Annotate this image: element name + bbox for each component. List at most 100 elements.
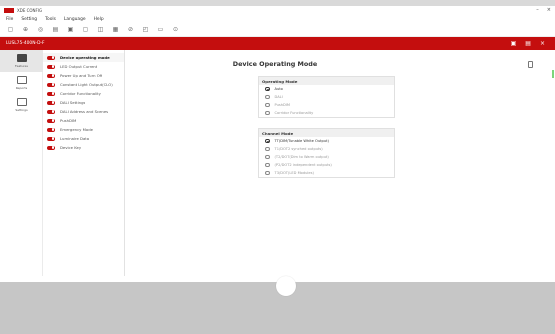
option-label: T3/DOT(LED Modules) xyxy=(274,171,314,175)
device-actions: ▣ ▤ × xyxy=(511,40,545,47)
layout-icon[interactable]: ◰ xyxy=(141,26,150,35)
feature-item-led-output-current[interactable]: LED Output Current xyxy=(43,62,124,71)
feature-toggle[interactable] xyxy=(47,127,55,132)
feature-item-luminaire-data[interactable]: Luminaire Data xyxy=(43,134,124,143)
radio-button[interactable] xyxy=(265,154,270,160)
feature-item-device-key[interactable]: Device Key xyxy=(43,143,124,152)
close-window-button[interactable]: × xyxy=(547,8,551,13)
app-title: XDE CONFIG xyxy=(17,8,43,13)
feature-label: LED Output Current xyxy=(60,64,98,69)
feature-toggle[interactable] xyxy=(47,55,55,60)
option-label: PushDIM xyxy=(274,103,290,107)
feature-label: Corridor Functionality xyxy=(60,91,101,96)
rail-label: Settings xyxy=(15,108,28,112)
feature-list: Device operating mode LED Output Current… xyxy=(43,50,125,276)
menu-file[interactable]: File xyxy=(6,17,13,22)
window-icon[interactable]: ▭ xyxy=(156,26,165,35)
option-channel-2[interactable]: T1/DOT2 synched outputs) xyxy=(259,145,394,153)
calendar-icon[interactable]: ▤ xyxy=(51,26,60,35)
option-label: Corridor Functionality xyxy=(274,111,314,115)
new-icon[interactable]: ▢ xyxy=(6,26,15,35)
option-channel-1[interactable]: TT(DIM/Tunable White Output) xyxy=(259,137,394,145)
radio-button[interactable] xyxy=(265,110,270,116)
feature-label: Emergency Mode xyxy=(60,127,93,132)
option-label: DALI xyxy=(274,95,283,99)
feature-item-device-operating-mode[interactable]: Device operating mode xyxy=(43,53,124,62)
channel-mode-group: Channel Mode TT(DIM/Tunable White Output… xyxy=(258,128,395,178)
minimize-button[interactable]: – xyxy=(536,8,539,13)
radio-button[interactable] xyxy=(265,162,270,168)
home-button[interactable] xyxy=(276,276,296,296)
operating-mode-group: Operating Mode Auto DALI PushDIM Corrido… xyxy=(258,76,395,118)
feature-toggle[interactable] xyxy=(47,64,55,69)
feature-item-dali-settings[interactable]: DALI Settings xyxy=(43,98,124,107)
option-channel-4[interactable]: (P2/DOT2 independent outputs) xyxy=(259,161,394,169)
menu-language[interactable]: Language xyxy=(64,17,86,22)
reports-icon xyxy=(16,76,27,84)
radio-button[interactable] xyxy=(265,146,270,152)
read-icon[interactable]: ▣ xyxy=(511,40,517,47)
feature-label: Constant Light Output(CLO) xyxy=(60,82,113,87)
option-label: (P2/DOT2 independent outputs) xyxy=(274,163,332,167)
save-icon[interactable]: ▣ xyxy=(66,26,75,35)
features-icon xyxy=(16,54,27,62)
option-auto[interactable]: Auto xyxy=(259,85,394,93)
rail-item-features[interactable]: Features xyxy=(0,50,43,72)
scrollbar[interactable] xyxy=(552,70,554,78)
rail-item-reports[interactable]: Reports xyxy=(0,72,43,94)
feature-toggle[interactable] xyxy=(47,73,55,78)
feature-toggle[interactable] xyxy=(47,136,55,141)
feature-label: Device operating mode xyxy=(60,55,110,60)
settings-icon[interactable]: ⊙ xyxy=(171,26,180,35)
feature-item-corridor[interactable]: Corridor Functionality xyxy=(43,89,124,98)
rail-label: Reports xyxy=(15,86,28,90)
radio-button[interactable] xyxy=(265,102,270,108)
feature-toggle[interactable] xyxy=(47,100,55,105)
feature-label: Luminaire Data xyxy=(60,136,90,141)
option-channel-3[interactable]: (T2/DOT(Dim to Warm output) xyxy=(259,153,394,161)
window-controls: – × xyxy=(536,8,551,13)
radio-button[interactable] xyxy=(265,170,270,176)
page-title: Device Operating Mode xyxy=(232,60,318,68)
feature-item-clo[interactable]: Constant Light Output(CLO) xyxy=(43,80,124,89)
option-dali[interactable]: DALI xyxy=(259,93,394,101)
rail-item-settings[interactable]: Settings xyxy=(0,94,43,116)
left-rail: Features Reports Settings xyxy=(0,50,43,276)
option-channel-5[interactable]: T3/DOT(LED Modules) xyxy=(259,169,394,177)
title-bar: XDE CONFIG – × xyxy=(0,6,555,15)
option-label: (T2/DOT(Dim to Warm output) xyxy=(274,155,329,159)
search-icon[interactable]: ⊘ xyxy=(126,26,135,35)
option-pushdim[interactable]: PushDIM xyxy=(259,101,394,109)
feature-toggle[interactable] xyxy=(47,82,55,87)
app-logo xyxy=(4,8,14,13)
radio-button[interactable] xyxy=(265,86,270,92)
feature-label: Device Key xyxy=(60,145,82,150)
radio-button[interactable] xyxy=(265,138,270,144)
export-icon[interactable]: ▢ xyxy=(81,26,90,35)
option-corridor[interactable]: Corridor Functionality xyxy=(259,109,394,117)
menu-help[interactable]: Help xyxy=(94,17,104,22)
feature-item-pushdim[interactable]: PushDIM xyxy=(43,116,124,125)
channel-mode-header: Channel Mode xyxy=(259,129,394,137)
feature-toggle[interactable] xyxy=(47,91,55,96)
close-icon[interactable]: × xyxy=(540,40,545,47)
calculator-icon[interactable]: ▦ xyxy=(111,26,120,35)
feature-item-power-up[interactable]: Power Up and Turn Off xyxy=(43,71,124,80)
menu-tools[interactable]: Tools xyxy=(45,17,56,22)
write-icon[interactable]: ▤ xyxy=(525,40,531,47)
radio-button[interactable] xyxy=(265,94,270,100)
device-header: LUSL75-400N-D-F ▣ ▤ × xyxy=(0,37,555,50)
add-icon[interactable]: ⊕ xyxy=(21,26,30,35)
document-icon[interactable] xyxy=(528,61,533,68)
feature-toggle[interactable] xyxy=(47,109,55,114)
option-label: T1/DOT2 synched outputs) xyxy=(274,147,323,151)
target-icon[interactable]: ◎ xyxy=(36,26,45,35)
rail-label: Features xyxy=(15,64,28,68)
feature-toggle[interactable] xyxy=(47,118,55,123)
feature-toggle[interactable] xyxy=(47,145,55,150)
feature-label: Power Up and Turn Off xyxy=(60,73,103,78)
feature-item-dali-address[interactable]: DALI Address and Scenes xyxy=(43,107,124,116)
feature-item-emergency[interactable]: Emergency Mode xyxy=(43,125,124,134)
menu-setting[interactable]: Setting xyxy=(21,17,37,22)
grid-icon[interactable]: ◫ xyxy=(96,26,105,35)
